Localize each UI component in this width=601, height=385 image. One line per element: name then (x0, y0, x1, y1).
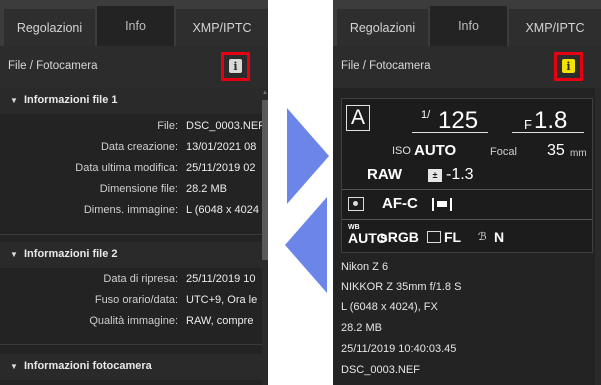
row-label: Fuso orario/data: (94, 294, 178, 306)
scrollbar[interactable] (595, 88, 601, 385)
info-row: Data ultima modifica: 25/11/2019 02 (0, 159, 262, 179)
section-divider (0, 234, 262, 235)
row-value: UTC+9, Ora le (186, 294, 258, 306)
shooting-info-display: A 1/ 125 F 1.8 ISO AUTO Focal 35 mm RAW … (341, 98, 593, 253)
tab-info[interactable]: Info (430, 6, 507, 46)
tab-xmp-iptc[interactable]: XMP/IPTC (509, 9, 601, 46)
aperture-value: 1.8 (534, 107, 568, 134)
row-label: Dimens. immagine: (83, 204, 178, 216)
info-list: ▼ Informazioni file 1 File: DSC_0003.NEF… (0, 88, 268, 385)
focal-label: Focal (490, 146, 517, 158)
shutter-value: 125 (438, 107, 479, 134)
focal-value: 35 (547, 142, 565, 159)
right-panel: Regolazioni Info XMP/IPTC File / Fotocam… (333, 0, 601, 385)
lens-name: NIKKOR Z 35mm f/1.8 S (341, 281, 462, 293)
section-header-file-1[interactable]: ▼ Informazioni file 1 (0, 88, 262, 114)
capture-date: 25/11/2019 10:40:03.45 (341, 343, 457, 355)
scrollbar[interactable]: ▲ (262, 88, 268, 385)
section-header-camera[interactable]: ▼ Informazioni fotocamera (0, 354, 262, 380)
info-toggle-button-active[interactable]: i (554, 52, 583, 81)
tab-xmp-iptc[interactable]: XMP/IPTC (176, 9, 268, 46)
focal-unit: mm (570, 148, 587, 159)
row-value: 28.2 MB (186, 183, 227, 195)
row-value: DSC_0003.NEF (186, 120, 262, 132)
picture-control-icon (427, 231, 441, 243)
picture-control-value: FL (444, 229, 462, 245)
info-icon: i (229, 59, 242, 73)
row-label: Data ultima modifica: (75, 162, 178, 174)
row-value: RAW, compre (186, 315, 254, 327)
file-name: DSC_0003.NEF (341, 364, 420, 376)
info-row: Fuso orario/data: UTC+9, Ora le (0, 291, 262, 311)
aperture-prefix: F (524, 117, 532, 132)
tab-bar: Regolazioni Info XMP/IPTC (333, 0, 601, 46)
tab-regolazioni[interactable]: Regolazioni (337, 9, 428, 46)
active-d-lighting-value: N (494, 229, 505, 245)
row-label: Data di ripresa: (103, 273, 178, 285)
file-camera-header: File / Fotocamera i (333, 46, 601, 88)
scroll-up-icon[interactable]: ▲ (262, 88, 268, 98)
shutter-fraction: 1/ (421, 109, 431, 121)
section-title: Informazioni fotocamera (24, 360, 152, 372)
af-area-icon (432, 198, 452, 211)
exposure-comp-icon: ± (428, 169, 442, 182)
collapse-triangle-icon: ▼ (10, 362, 18, 371)
collapse-triangle-icon: ▼ (10, 250, 18, 259)
file-camera-label: File / Fotocamera (8, 60, 98, 72)
shutter-speed: 1/ 125 (412, 107, 488, 134)
info-toggle-button[interactable]: i (221, 52, 250, 81)
focus-mode: AF-C (382, 195, 418, 212)
display-divider (342, 189, 592, 190)
color-space: sRGB (380, 229, 419, 245)
exposure-comp-value: -1.3 (446, 166, 474, 183)
section-title: Informazioni file 1 (24, 94, 118, 106)
info-row: Data di ripresa: 25/11/2019 10 (0, 270, 262, 290)
row-value: 25/11/2019 10 (186, 273, 256, 285)
info-row: Dimensione file: 28.2 MB (0, 180, 262, 200)
row-value: 25/11/2019 02 (186, 162, 256, 174)
tab-bar: Regolazioni Info XMP/IPTC (0, 0, 268, 46)
tab-regolazioni[interactable]: Regolazioni (4, 9, 95, 46)
left-panel: Regolazioni Info XMP/IPTC File / Fotocam… (0, 0, 268, 385)
file-camera-label: File / Fotocamera (341, 60, 431, 72)
file-size: 28.2 MB (341, 322, 382, 334)
info-icon: i (562, 59, 575, 73)
image-size: L (6048 x 4024), FX (341, 301, 438, 313)
arrow-left-icon (285, 197, 327, 293)
info-row: Dimens. immagine: L (6048 x 4024 (0, 201, 262, 221)
scroll-thumb[interactable] (262, 100, 268, 260)
row-label: File: (157, 120, 178, 132)
info-row: Qualità immagine: RAW, compre (0, 312, 262, 332)
row-value: L (6048 x 4024 (186, 204, 259, 216)
row-label: Dimensione file: (99, 183, 178, 195)
aperture: F 1.8 (512, 107, 584, 134)
iso-label: ISO (392, 145, 411, 157)
info-row: Data creazione: 13/01/2021 08 (0, 138, 262, 158)
section-title: Informazioni file 2 (24, 248, 118, 260)
row-value: 13/01/2021 08 (186, 141, 257, 153)
display-divider (342, 219, 592, 220)
info-row: File: DSC_0003.NEF (0, 117, 262, 137)
iso-value: AUTO (414, 142, 457, 159)
row-label: Data creazione: (100, 141, 178, 153)
camera-model: Nikon Z 6 (341, 261, 389, 273)
section-header-file-2[interactable]: ▼ Informazioni file 2 (0, 242, 262, 268)
tab-info[interactable]: Info (97, 6, 174, 46)
collapse-triangle-icon: ▼ (10, 96, 18, 105)
exposure-mode: A (346, 105, 370, 131)
row-label: Qualità immagine: (89, 315, 178, 327)
arrow-right-icon (287, 108, 329, 204)
section-divider (0, 344, 262, 345)
active-d-lighting-icon: ℬ (478, 231, 487, 243)
metering-icon (348, 197, 364, 211)
image-quality: RAW (367, 166, 402, 183)
file-camera-header: File / Fotocamera i (0, 46, 268, 88)
